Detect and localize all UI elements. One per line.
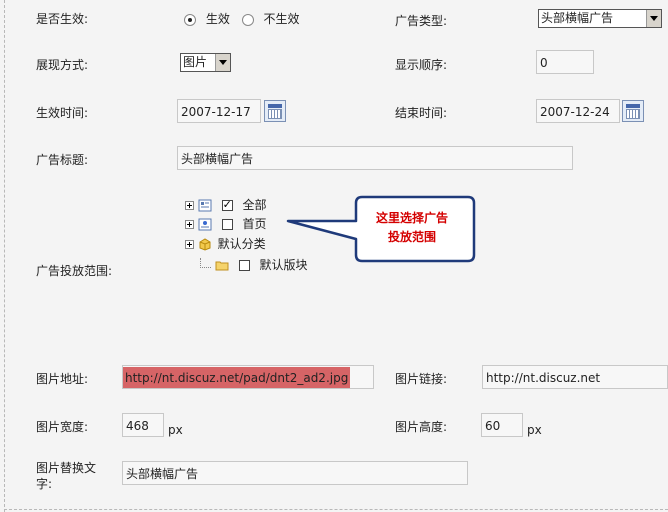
ad-title-input[interactable]: 头部横幅广告 bbox=[177, 146, 573, 170]
display-mode-label: 展现方式: bbox=[36, 58, 89, 72]
form-frame-left bbox=[4, 0, 5, 512]
tree-expander-icon[interactable] bbox=[185, 220, 194, 229]
image-url-value: http://nt.discuz.net/pad/dnt2_ad2.jpg bbox=[123, 367, 351, 388]
calendar-icon[interactable] bbox=[622, 100, 644, 122]
image-link-input[interactable]: http://nt.discuz.net bbox=[482, 365, 668, 389]
ad-type-label: 广告类型: bbox=[395, 14, 448, 28]
display-order-input[interactable]: 0 bbox=[536, 50, 594, 74]
image-alt-label-line-2: 字: bbox=[36, 477, 53, 491]
checkbox-icon[interactable] bbox=[238, 260, 250, 271]
image-width-unit: px bbox=[168, 423, 183, 437]
tree-expander-icon[interactable] bbox=[185, 201, 194, 210]
tree-node-home[interactable]: 首页 bbox=[185, 215, 267, 232]
page-icon bbox=[198, 218, 212, 231]
callout-line-2: 投放范围 bbox=[387, 230, 436, 244]
image-url-label: 图片地址: bbox=[36, 372, 89, 386]
radio-enabled[interactable] bbox=[184, 13, 196, 26]
calendar-icon[interactable] bbox=[264, 100, 286, 122]
radio-disabled[interactable] bbox=[241, 13, 254, 26]
image-alt-label: 图片替换文 字: bbox=[36, 460, 96, 492]
callout-text: 这里选择广告 投放范围 bbox=[352, 209, 472, 247]
image-width-label: 图片宽度: bbox=[36, 420, 89, 434]
image-height-input[interactable]: 60 bbox=[481, 413, 523, 437]
image-width-input[interactable]: 468 bbox=[122, 413, 164, 437]
image-link-label: 图片链接: bbox=[395, 372, 448, 386]
box-icon bbox=[199, 238, 211, 251]
tree-node-default-category[interactable]: 默认分类 bbox=[185, 235, 266, 252]
page-icon bbox=[198, 199, 212, 212]
tree-label-home: 首页 bbox=[242, 217, 267, 231]
ad-type-select[interactable]: 头部横幅广告 bbox=[538, 9, 662, 28]
end-time-label: 结束时间: bbox=[395, 106, 448, 120]
ad-type-value: 头部横幅广告 bbox=[541, 11, 614, 25]
ad-scope-label: 广告投放范围: bbox=[36, 264, 113, 278]
image-url-input[interactable]: http://nt.discuz.net/pad/dnt2_ad2.jpg bbox=[122, 365, 374, 389]
display-mode-select[interactable]: 图片 bbox=[180, 53, 231, 72]
checkbox-icon[interactable] bbox=[221, 219, 233, 230]
start-date-input[interactable]: 2007-12-17 bbox=[177, 99, 261, 123]
tree-label-default-category: 默认分类 bbox=[217, 237, 266, 251]
tree-expander-icon[interactable] bbox=[185, 240, 194, 249]
radio-disabled-label: 不生效 bbox=[263, 12, 300, 26]
ad-title-label: 广告标题: bbox=[36, 153, 89, 167]
image-height-label: 图片高度: bbox=[395, 420, 448, 434]
form-frame-bottom bbox=[4, 509, 668, 510]
display-mode-value: 图片 bbox=[183, 55, 208, 69]
enable-radio-group: 生效 不生效 bbox=[184, 10, 300, 27]
image-height-unit: px bbox=[527, 423, 542, 437]
chevron-down-icon bbox=[646, 10, 661, 27]
display-order-label: 显示顺序: bbox=[395, 58, 448, 72]
callout-line-1: 这里选择广告 bbox=[375, 211, 448, 225]
tree-label-all: 全部 bbox=[242, 198, 267, 212]
radio-enabled-label: 生效 bbox=[205, 12, 230, 26]
checkbox-icon[interactable] bbox=[221, 198, 233, 211]
image-alt-label-line-1: 图片替换文 bbox=[36, 461, 97, 475]
end-date-input[interactable]: 2007-12-24 bbox=[536, 99, 620, 123]
image-alt-input[interactable]: 头部横幅广告 bbox=[122, 461, 468, 485]
tree-node-all[interactable]: 全部 bbox=[185, 196, 267, 213]
folder-icon bbox=[215, 261, 229, 271]
chevron-down-icon bbox=[215, 54, 230, 71]
start-time-label: 生效时间: bbox=[36, 106, 89, 120]
enable-label: 是否生效: bbox=[36, 12, 89, 26]
tree-connector bbox=[200, 257, 211, 268]
